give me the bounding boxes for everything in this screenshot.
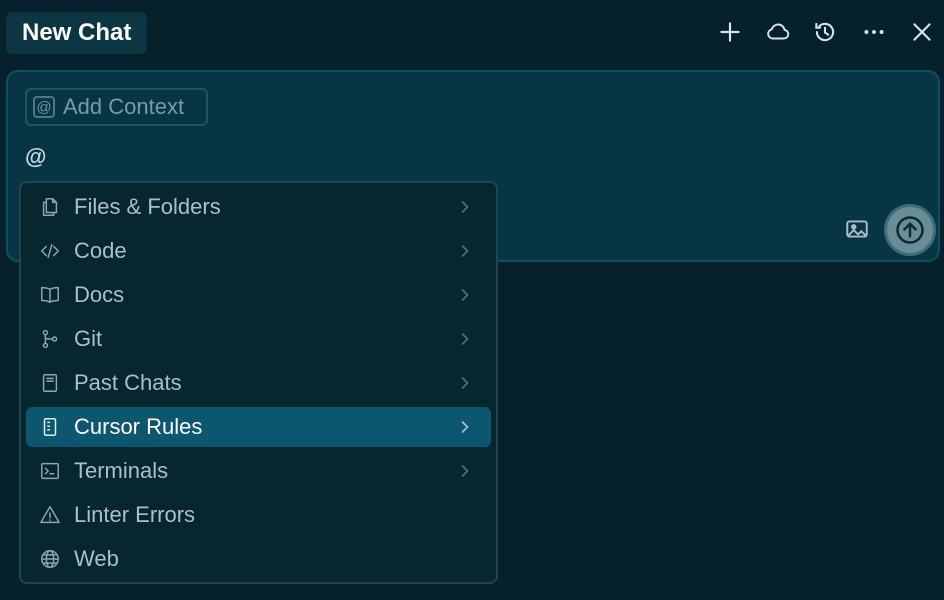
history-icon[interactable] — [809, 16, 841, 48]
book-icon — [26, 284, 74, 306]
plus-icon[interactable] — [714, 16, 746, 48]
chevron-right-icon — [461, 245, 469, 257]
menu-item-label: Past Chats — [74, 370, 182, 395]
files-icon — [26, 196, 74, 218]
add-context-button[interactable]: @ Add Context — [25, 88, 208, 126]
menu-item-label: Cursor Rules — [74, 414, 203, 439]
menu-item-label: Code — [74, 238, 127, 263]
menu-item-web[interactable]: Web — [26, 539, 491, 579]
chevron-right-icon — [461, 289, 469, 301]
arrow-up-icon — [896, 216, 924, 244]
chevron-right-icon — [461, 333, 469, 345]
notebook-icon — [26, 372, 74, 394]
menu-item-files-folders[interactable]: Files & Folders — [26, 187, 491, 227]
menu-item-label: Git — [74, 326, 103, 351]
image-icon[interactable] — [842, 214, 872, 244]
menu-item-cursor-rules[interactable]: Cursor Rules — [26, 407, 491, 447]
context-menu: Files & Folders Code Docs Git Past Chats — [19, 181, 498, 584]
top-bar: New Chat — [0, 0, 944, 66]
rules-icon — [26, 416, 74, 438]
add-context-label: Add Context — [63, 94, 185, 119]
menu-item-label: Files & Folders — [74, 194, 221, 219]
send-button[interactable] — [884, 204, 936, 256]
chevron-right-icon — [461, 201, 469, 213]
at-icon: @ — [33, 96, 55, 118]
chat-tab-title[interactable]: New Chat — [6, 12, 148, 54]
terminal-icon — [26, 460, 74, 482]
menu-item-label: Linter Errors — [74, 502, 196, 527]
git-icon — [26, 328, 74, 350]
chevron-right-icon — [461, 377, 469, 389]
menu-item-label: Terminals — [74, 458, 169, 483]
menu-item-label: Docs — [74, 282, 125, 307]
cloud-icon[interactable] — [762, 16, 794, 48]
globe-icon — [26, 548, 74, 570]
close-icon[interactable] — [906, 16, 938, 48]
menu-item-git[interactable]: Git — [26, 319, 491, 359]
more-icon[interactable] — [858, 16, 890, 48]
menu-item-label: Web — [74, 546, 119, 571]
chat-input-text[interactable]: @ — [25, 144, 46, 170]
menu-item-code[interactable]: Code — [26, 231, 491, 271]
chevron-right-icon — [461, 465, 469, 477]
menu-item-terminals[interactable]: Terminals — [26, 451, 491, 491]
warning-icon — [26, 504, 74, 526]
menu-item-docs[interactable]: Docs — [26, 275, 491, 315]
menu-item-past-chats[interactable]: Past Chats — [26, 363, 491, 403]
chevron-right-icon — [461, 421, 469, 433]
menu-item-linter-errors[interactable]: Linter Errors — [26, 495, 491, 535]
code-icon — [26, 240, 74, 262]
